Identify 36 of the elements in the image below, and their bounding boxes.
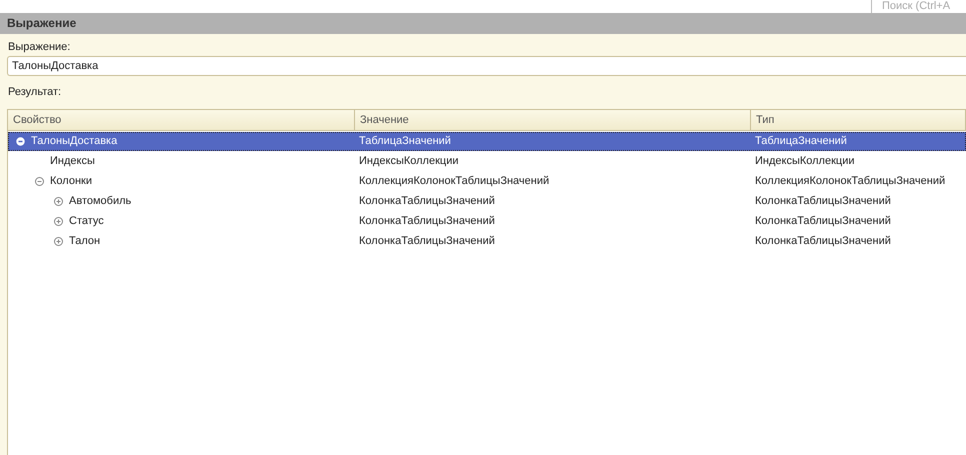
property-cell-text: Автомобиль	[69, 194, 132, 209]
expand-icon[interactable]	[54, 197, 63, 206]
property-cell-text: Статус	[69, 214, 104, 229]
column-header[interactable]: Значение	[355, 110, 751, 130]
value-cell-text: ТаблицаЗначений	[358, 134, 452, 149]
value-cell-text: КолонкаТаблицыЗначений	[358, 214, 496, 229]
collapse-icon[interactable]	[16, 137, 25, 146]
tree-row[interactable]: Автомобиль КолонкаТаблицыЗначений КолонкаТаблицыЗначений	[8, 192, 966, 211]
column-header[interactable]: Свойство	[8, 110, 355, 130]
collapse-icon[interactable]	[35, 177, 44, 186]
result-label: Результат:	[8, 86, 62, 98]
property-cell-text: Индексы	[50, 154, 95, 169]
type-cell-text: ИндексыКоллекции	[754, 154, 856, 169]
expression-field[interactable]: ТалоныДоставка	[7, 56, 966, 76]
type-cell-text: КолонкаТаблицыЗначений	[754, 194, 892, 209]
tree-row[interactable]: Статус КолонкаТаблицыЗначений КолонкаТаблицыЗначений	[8, 212, 966, 231]
property-cell-text: ТалоныДоставка	[31, 134, 118, 149]
type-cell-text: КоллекцияКолонокТаблицыЗначений	[754, 174, 946, 189]
value-cell-text: КолонкаТаблицыЗначений	[358, 234, 496, 249]
property-cell-text: Талон	[69, 234, 100, 249]
tree-row[interactable]: Колонки КоллекцияКолонокТаблицыЗначений КоллекцияКолонокТаблицыЗначений	[8, 172, 966, 191]
window-title: Выражение	[0, 13, 966, 34]
expand-icon[interactable]	[54, 217, 63, 226]
tree-row[interactable]: Индексы ИндексыКоллекции ИндексыКоллекции	[8, 152, 966, 171]
value-cell-text: КолонкаТаблицыЗначений	[358, 194, 496, 209]
type-cell-text: ТаблицаЗначений	[754, 134, 848, 149]
expand-icon[interactable]	[54, 237, 63, 246]
type-cell-text: КолонкаТаблицыЗначений	[754, 234, 892, 249]
property-cell-text: Колонки	[50, 174, 92, 189]
column-header[interactable]: Тип	[751, 110, 966, 130]
value-cell-text: ИндексыКоллекции	[358, 154, 460, 169]
value-cell-text: КоллекцияКолонокТаблицыЗначений	[358, 174, 550, 189]
type-cell-text: КолонкаТаблицыЗначений	[754, 214, 892, 229]
expression-label: Выражение:	[8, 41, 70, 53]
tree-row[interactable]: Талон КолонкаТаблицыЗначений КолонкаТаблицыЗначений	[8, 232, 966, 251]
tree-row[interactable]: ТалоныДоставка ТаблицаЗначений ТаблицаЗначений	[8, 132, 966, 151]
